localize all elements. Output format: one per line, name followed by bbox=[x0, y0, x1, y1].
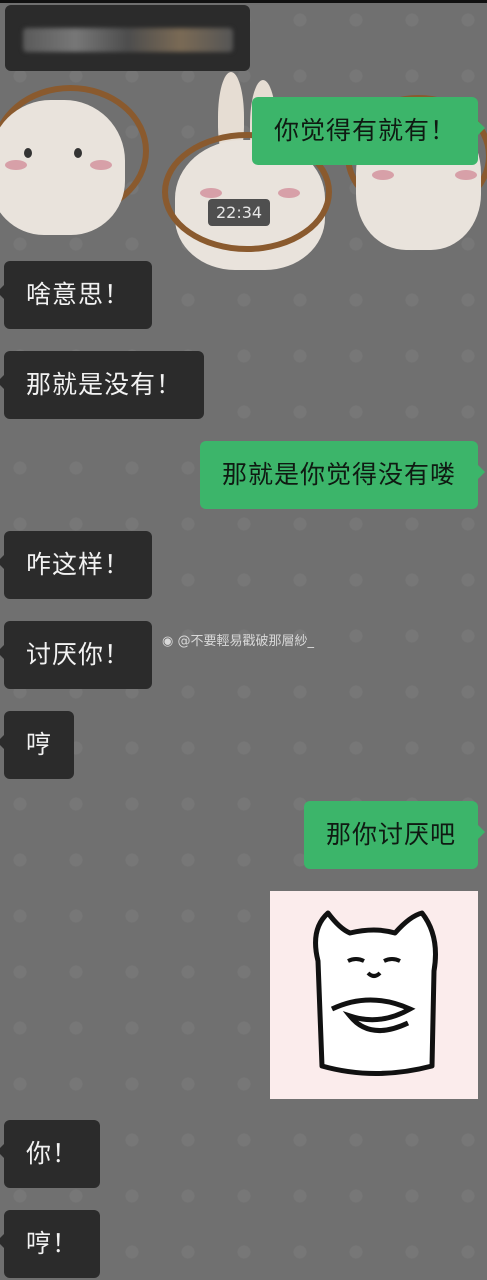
message-text: 那就是你觉得没有喽 bbox=[221, 460, 456, 489]
message-bubble-incoming[interactable]: 那就是没有！ bbox=[0, 351, 205, 419]
message-text: 哼！ bbox=[26, 1229, 79, 1258]
message-text: 那你讨厌吧 bbox=[325, 820, 456, 849]
message-text: 咋这样！ bbox=[26, 550, 131, 579]
chat-area[interactable]: 22:34 你觉得有就有！ 啥意思！ 那就是没有！ 那就是你觉得没有喽 咋这样！… bbox=[0, 0, 487, 1280]
message-text: 你！ bbox=[26, 1139, 79, 1168]
cat-sticker-icon bbox=[313, 910, 438, 1076]
message-bubble-incoming[interactable]: 你！ bbox=[0, 1120, 101, 1188]
message-text: 讨厌你！ bbox=[26, 640, 131, 669]
watermark: ◉ @不要輕易戳破那層紗_ bbox=[162, 630, 314, 649]
weibo-icon: ◉ bbox=[162, 634, 174, 649]
blurred-message[interactable] bbox=[5, 5, 250, 71]
message-text: 啥意思！ bbox=[26, 280, 131, 309]
message-bubble-outgoing[interactable]: 你觉得有就有！ bbox=[251, 97, 486, 165]
message-bubble-outgoing[interactable]: 那你讨厌吧 bbox=[303, 801, 486, 869]
message-bubble-outgoing[interactable]: 那就是你觉得没有喽 bbox=[199, 441, 486, 509]
blurred-content bbox=[23, 28, 233, 52]
top-edge bbox=[0, 0, 487, 3]
message-text: 哼 bbox=[26, 730, 53, 759]
cat-sticker[interactable] bbox=[270, 891, 478, 1099]
watermark-text: @不要輕易戳破那層紗_ bbox=[177, 634, 314, 649]
message-text: 你觉得有就有！ bbox=[273, 116, 456, 145]
time-divider: 22:34 bbox=[208, 199, 271, 226]
message-bubble-incoming[interactable]: 啥意思！ bbox=[0, 261, 153, 329]
message-bubble-incoming[interactable]: 哼 bbox=[0, 711, 75, 779]
message-bubble-incoming[interactable]: 咋这样！ bbox=[0, 531, 153, 599]
message-bubble-incoming[interactable]: 讨厌你！ bbox=[0, 621, 153, 689]
message-bubble-incoming[interactable]: 哼！ bbox=[0, 1210, 101, 1278]
message-text: 那就是没有！ bbox=[26, 370, 183, 399]
